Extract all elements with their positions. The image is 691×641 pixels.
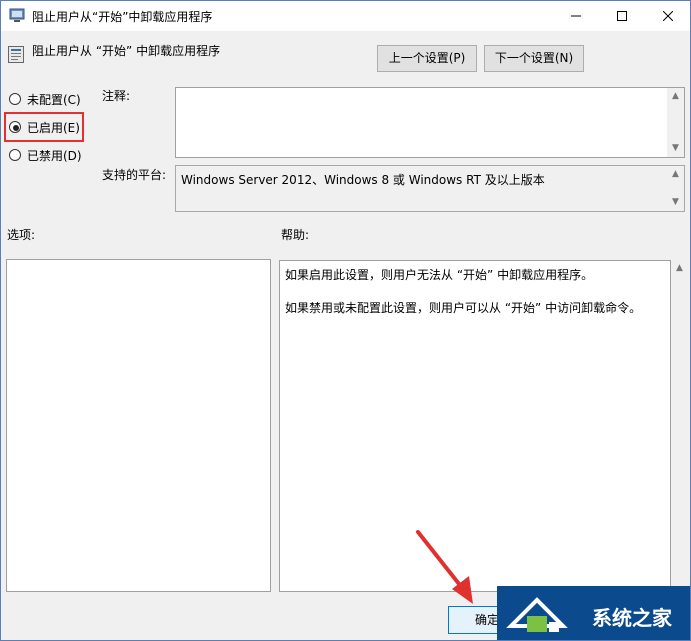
annotation-arrow-icon bbox=[416, 530, 473, 604]
watermark-text: 系统之家 bbox=[592, 606, 672, 630]
watermark-logo: 系统之家 bbox=[497, 586, 690, 640]
policy-dialog-window: 阻止用户从“开始”中卸载应用程序 阻止用户从 “开始” 中卸载应用程序 上一个设… bbox=[0, 0, 691, 641]
watermark-house-icon bbox=[506, 597, 568, 632]
